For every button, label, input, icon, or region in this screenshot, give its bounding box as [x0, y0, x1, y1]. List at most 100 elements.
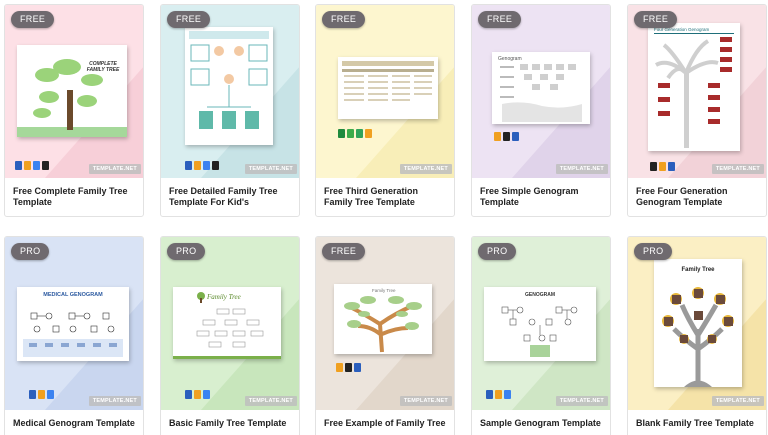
pages-icon — [365, 129, 372, 138]
sample-genogram-illustration — [501, 306, 578, 357]
price-badge: PRO — [11, 243, 50, 260]
preview-title: Genogram — [498, 56, 522, 62]
template-title[interactable]: Sample Genogram Template — [472, 418, 610, 429]
google-docs-icon — [203, 161, 210, 170]
pages-icon — [494, 132, 501, 141]
preview-title: Family Tree — [681, 267, 715, 273]
word-icon — [29, 390, 36, 399]
excel-icon — [338, 129, 345, 138]
google-docs-icon — [203, 390, 210, 399]
word-icon — [185, 161, 192, 170]
table-illustration — [342, 61, 434, 101]
google-docs-icon — [504, 390, 511, 399]
template-thumbnail[interactable]: Genogram TEMPLATE.NET FREE — [472, 5, 610, 178]
pdf-icon — [212, 161, 219, 170]
pages-icon — [194, 161, 201, 170]
palm-genogram-illustration — [654, 33, 734, 148]
watermark: TEMPLATE.NET — [399, 396, 452, 406]
price-badge: FREE — [322, 11, 366, 28]
template-card[interactable]: Family Tree TEMPLATE.NET PRO Blank Famil… — [627, 236, 767, 435]
template-card[interactable]: Family Tree TEMPLATE.NET FREE Free Examp… — [315, 236, 455, 435]
template-card[interactable]: Family Tree TEMPLATE.NET PRO Basic Famil… — [160, 236, 300, 435]
template-preview: Genogram — [492, 52, 590, 124]
template-thumbnail[interactable]: MEDICAL GENOGRAM TEMPLATE.NET PRO — [5, 237, 143, 410]
price-badge: FREE — [11, 11, 55, 28]
watermark: TEMPLATE.NET — [88, 164, 141, 174]
template-thumbnail[interactable]: GENOGRAM TEMPLATE.NET PRO — [472, 237, 610, 410]
template-card[interactable]: MEDICAL GENOGRAM TEMPLATE.NET PRO Medica… — [4, 236, 144, 435]
price-badge: PRO — [634, 243, 673, 260]
template-thumbnail[interactable]: Family Tree TEMPLATE.NET FREE — [316, 237, 454, 410]
template-card[interactable]: TEMPLATE.NET FREE Free Third Generation … — [315, 4, 455, 217]
format-icons — [185, 390, 210, 399]
watermark: TEMPLATE.NET — [399, 164, 452, 174]
template-preview: GENOGRAM — [484, 287, 596, 361]
template-thumbnail[interactable]: Family Tree TEMPLATE.NET PRO — [161, 237, 299, 410]
template-thumbnail[interactable]: COMPLETE FAMILY TREE TEMPLATE.NET FREE — [5, 5, 143, 178]
template-card[interactable]: Genogram TEMPLATE.NET FREE Free Simple G… — [471, 4, 611, 217]
template-title[interactable]: Free Simple Genogram Template — [472, 186, 610, 207]
preview-title: GENOGRAM — [525, 292, 555, 298]
price-badge: FREE — [322, 243, 366, 260]
template-thumbnail[interactable]: Family Tree TEMPLATE.NET PRO — [628, 237, 766, 410]
format-icons — [336, 363, 361, 372]
template-title[interactable]: Free Detailed Family Tree Template For K… — [161, 186, 299, 207]
format-icons — [185, 161, 219, 170]
word-icon — [512, 132, 519, 141]
template-thumbnail[interactable]: TEMPLATE.NET FREE — [316, 5, 454, 178]
template-preview: Family Tree — [334, 284, 432, 354]
tree-illustration — [17, 59, 127, 137]
watermark: TEMPLATE.NET — [88, 396, 141, 406]
template-thumbnail[interactable]: Four Generation Genogram TEMPLATE.NET FR… — [628, 5, 766, 178]
format-icons — [15, 161, 49, 170]
format-icons — [650, 162, 675, 171]
pages-icon — [336, 363, 343, 372]
template-thumbnail[interactable]: TEMPLATE.NET FREE — [161, 5, 299, 178]
price-badge: PRO — [167, 243, 206, 260]
pdf-icon — [650, 162, 657, 171]
preview-title: Family Tree — [372, 288, 396, 293]
template-card[interactable]: Four Generation Genogram TEMPLATE.NET FR… — [627, 4, 767, 217]
pdf-icon — [42, 161, 49, 170]
pages-icon — [495, 390, 502, 399]
pages-icon — [38, 390, 45, 399]
google-docs-icon — [33, 161, 40, 170]
word-icon — [354, 363, 361, 372]
template-card[interactable]: TEMPLATE.NET FREE Free Detailed Family T… — [160, 4, 300, 217]
template-card[interactable]: COMPLETE FAMILY TREE TEMPLATE.NET FREE F… — [4, 4, 144, 217]
preview-title: Family Tree — [207, 293, 241, 301]
template-title[interactable]: Free Complete Family Tree Template — [5, 186, 143, 207]
template-preview: Family Tree — [173, 287, 281, 359]
template-card[interactable]: GENOGRAM TEMPLATE.NET PRO Sample Genogra… — [471, 236, 611, 435]
word-icon — [185, 390, 192, 399]
watermark: TEMPLATE.NET — [244, 164, 297, 174]
format-icons — [29, 390, 54, 399]
format-icons — [494, 132, 519, 141]
kids-tree-illustration — [189, 31, 269, 129]
tree-example-illustration — [344, 296, 422, 353]
template-title[interactable]: Free Example of Family Tree — [316, 418, 454, 429]
format-icons — [338, 129, 372, 138]
blank-tree-illustration — [662, 287, 734, 387]
price-badge: PRO — [478, 243, 517, 260]
template-title[interactable]: Medical Genogram Template — [5, 418, 143, 429]
template-title[interactable]: Blank Family Tree Template — [628, 418, 766, 429]
template-title[interactable]: Free Third Generation Family Tree Templa… — [316, 186, 454, 207]
numbers-icon — [347, 129, 354, 138]
pages-icon — [659, 162, 666, 171]
price-badge: FREE — [167, 11, 211, 28]
template-title[interactable]: Basic Family Tree Template — [161, 418, 299, 429]
template-preview: Four Generation Genogram — [648, 23, 740, 151]
google-docs-icon — [47, 390, 54, 399]
pages-icon — [24, 161, 31, 170]
google-sheets-icon — [356, 129, 363, 138]
template-title[interactable]: Free Four Generation Genogram Template — [628, 186, 766, 207]
preview-title: COMPLETE FAMILY TREE — [86, 61, 120, 73]
genogram-illustration — [500, 64, 582, 122]
watermark: TEMPLATE.NET — [555, 396, 608, 406]
watermark: TEMPLATE.NET — [555, 164, 608, 174]
watermark: TEMPLATE.NET — [711, 164, 764, 174]
template-preview — [338, 57, 438, 119]
word-icon — [486, 390, 493, 399]
template-preview: MEDICAL GENOGRAM — [17, 287, 129, 361]
